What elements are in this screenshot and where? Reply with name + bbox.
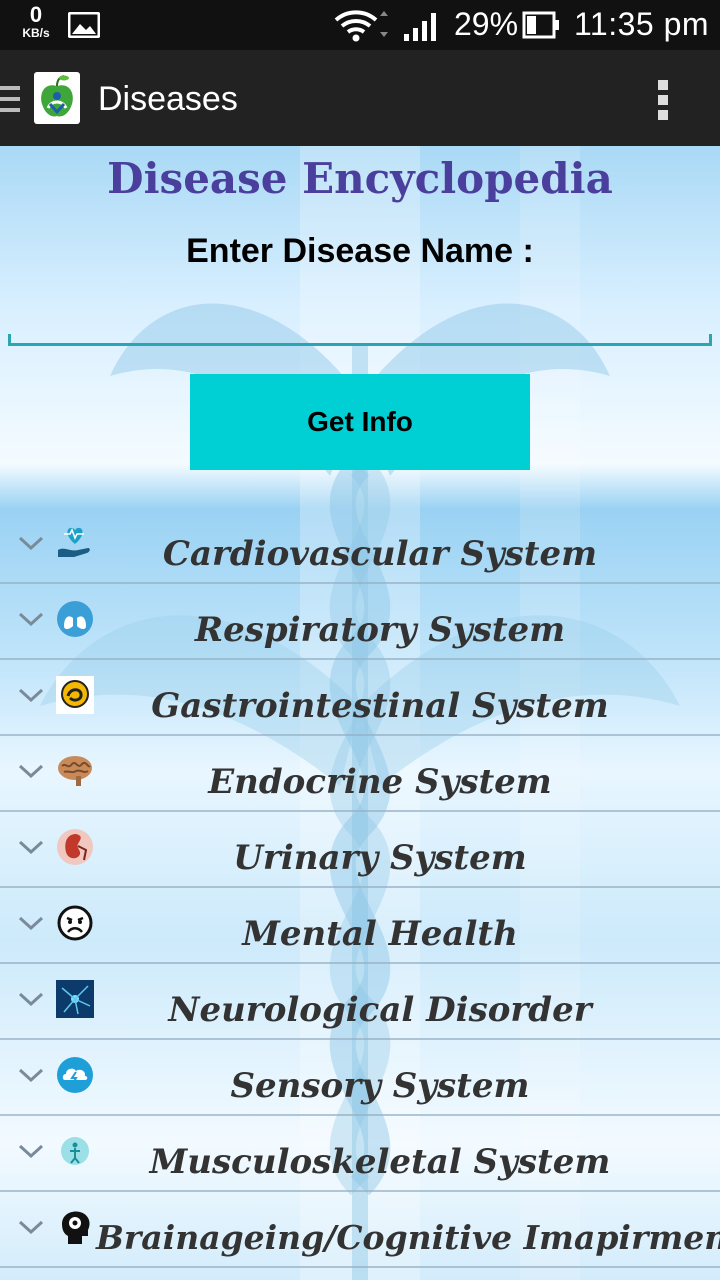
category-list: Cardiovascular System Respiratory System… bbox=[0, 508, 720, 1268]
category-label: Endocrine System bbox=[208, 762, 552, 802]
overflow-menu-icon[interactable] bbox=[656, 80, 672, 120]
category-cardiovascular[interactable]: Cardiovascular System bbox=[0, 508, 720, 584]
app-title: Diseases bbox=[98, 80, 238, 118]
category-label: Mental Health bbox=[242, 914, 518, 954]
content-area: Disease Encyclopedia Enter Disease Name … bbox=[0, 146, 720, 1280]
drawer-icon[interactable] bbox=[0, 84, 22, 114]
category-neurological[interactable]: Neurological Disorder bbox=[0, 964, 720, 1040]
battery-percent: 29% bbox=[454, 6, 519, 42]
input-underline-left-tick bbox=[8, 334, 11, 346]
category-gastrointestinal[interactable]: Gastrointestinal System bbox=[0, 660, 720, 736]
category-label: Gastrointestinal System bbox=[151, 686, 609, 726]
app-logo[interactable] bbox=[34, 72, 80, 124]
category-brainageing[interactable]: Brainageing/Cognitive Imapirment bbox=[0, 1192, 720, 1268]
category-label: Sensory System bbox=[230, 1066, 530, 1106]
search-label: Enter Disease Name : bbox=[186, 232, 534, 270]
status-bar: 0 KB/s 29% 11:35 pm bbox=[0, 0, 720, 50]
app-logo-icon bbox=[41, 75, 73, 117]
category-label: Cardiovascular System bbox=[162, 534, 598, 574]
clock: 11:35 pm bbox=[574, 6, 710, 42]
network-speed-value: 0 bbox=[29, 2, 43, 27]
category-label: Brainageing/Cognitive Imapirment bbox=[96, 1218, 720, 1257]
wifi-icon bbox=[334, 10, 388, 42]
battery-icon bbox=[522, 11, 559, 39]
category-musculoskeletal[interactable]: Musculoskeletal System bbox=[0, 1116, 720, 1192]
network-speed-unit: KB/s bbox=[22, 26, 50, 40]
get-info-button[interactable]: Get Info bbox=[190, 374, 530, 470]
signal-strength-icon bbox=[404, 13, 436, 41]
category-respiratory[interactable]: Respiratory System bbox=[0, 584, 720, 660]
page-title: Disease Encyclopedia bbox=[107, 154, 613, 203]
category-label: Respiratory System bbox=[194, 610, 566, 650]
category-label: Urinary System bbox=[233, 838, 527, 878]
network-speed: 0 KB/s bbox=[14, 2, 58, 40]
category-endocrine[interactable]: Endocrine System bbox=[0, 736, 720, 812]
head-gears-icon bbox=[62, 1211, 90, 1244]
disease-name-input[interactable] bbox=[8, 296, 712, 346]
chevron-down-icon[interactable] bbox=[18, 1220, 44, 1234]
category-label: Musculoskeletal System bbox=[149, 1142, 611, 1182]
action-bar: Diseases bbox=[0, 50, 720, 146]
category-label: Neurological Disorder bbox=[168, 990, 592, 1030]
category-sensory[interactable]: Sensory System bbox=[0, 1040, 720, 1116]
category-urinary[interactable]: Urinary System bbox=[0, 812, 720, 888]
gallery-icon bbox=[68, 12, 100, 38]
category-mental-health[interactable]: Mental Health bbox=[0, 888, 720, 964]
input-underline-right-tick bbox=[709, 334, 712, 346]
